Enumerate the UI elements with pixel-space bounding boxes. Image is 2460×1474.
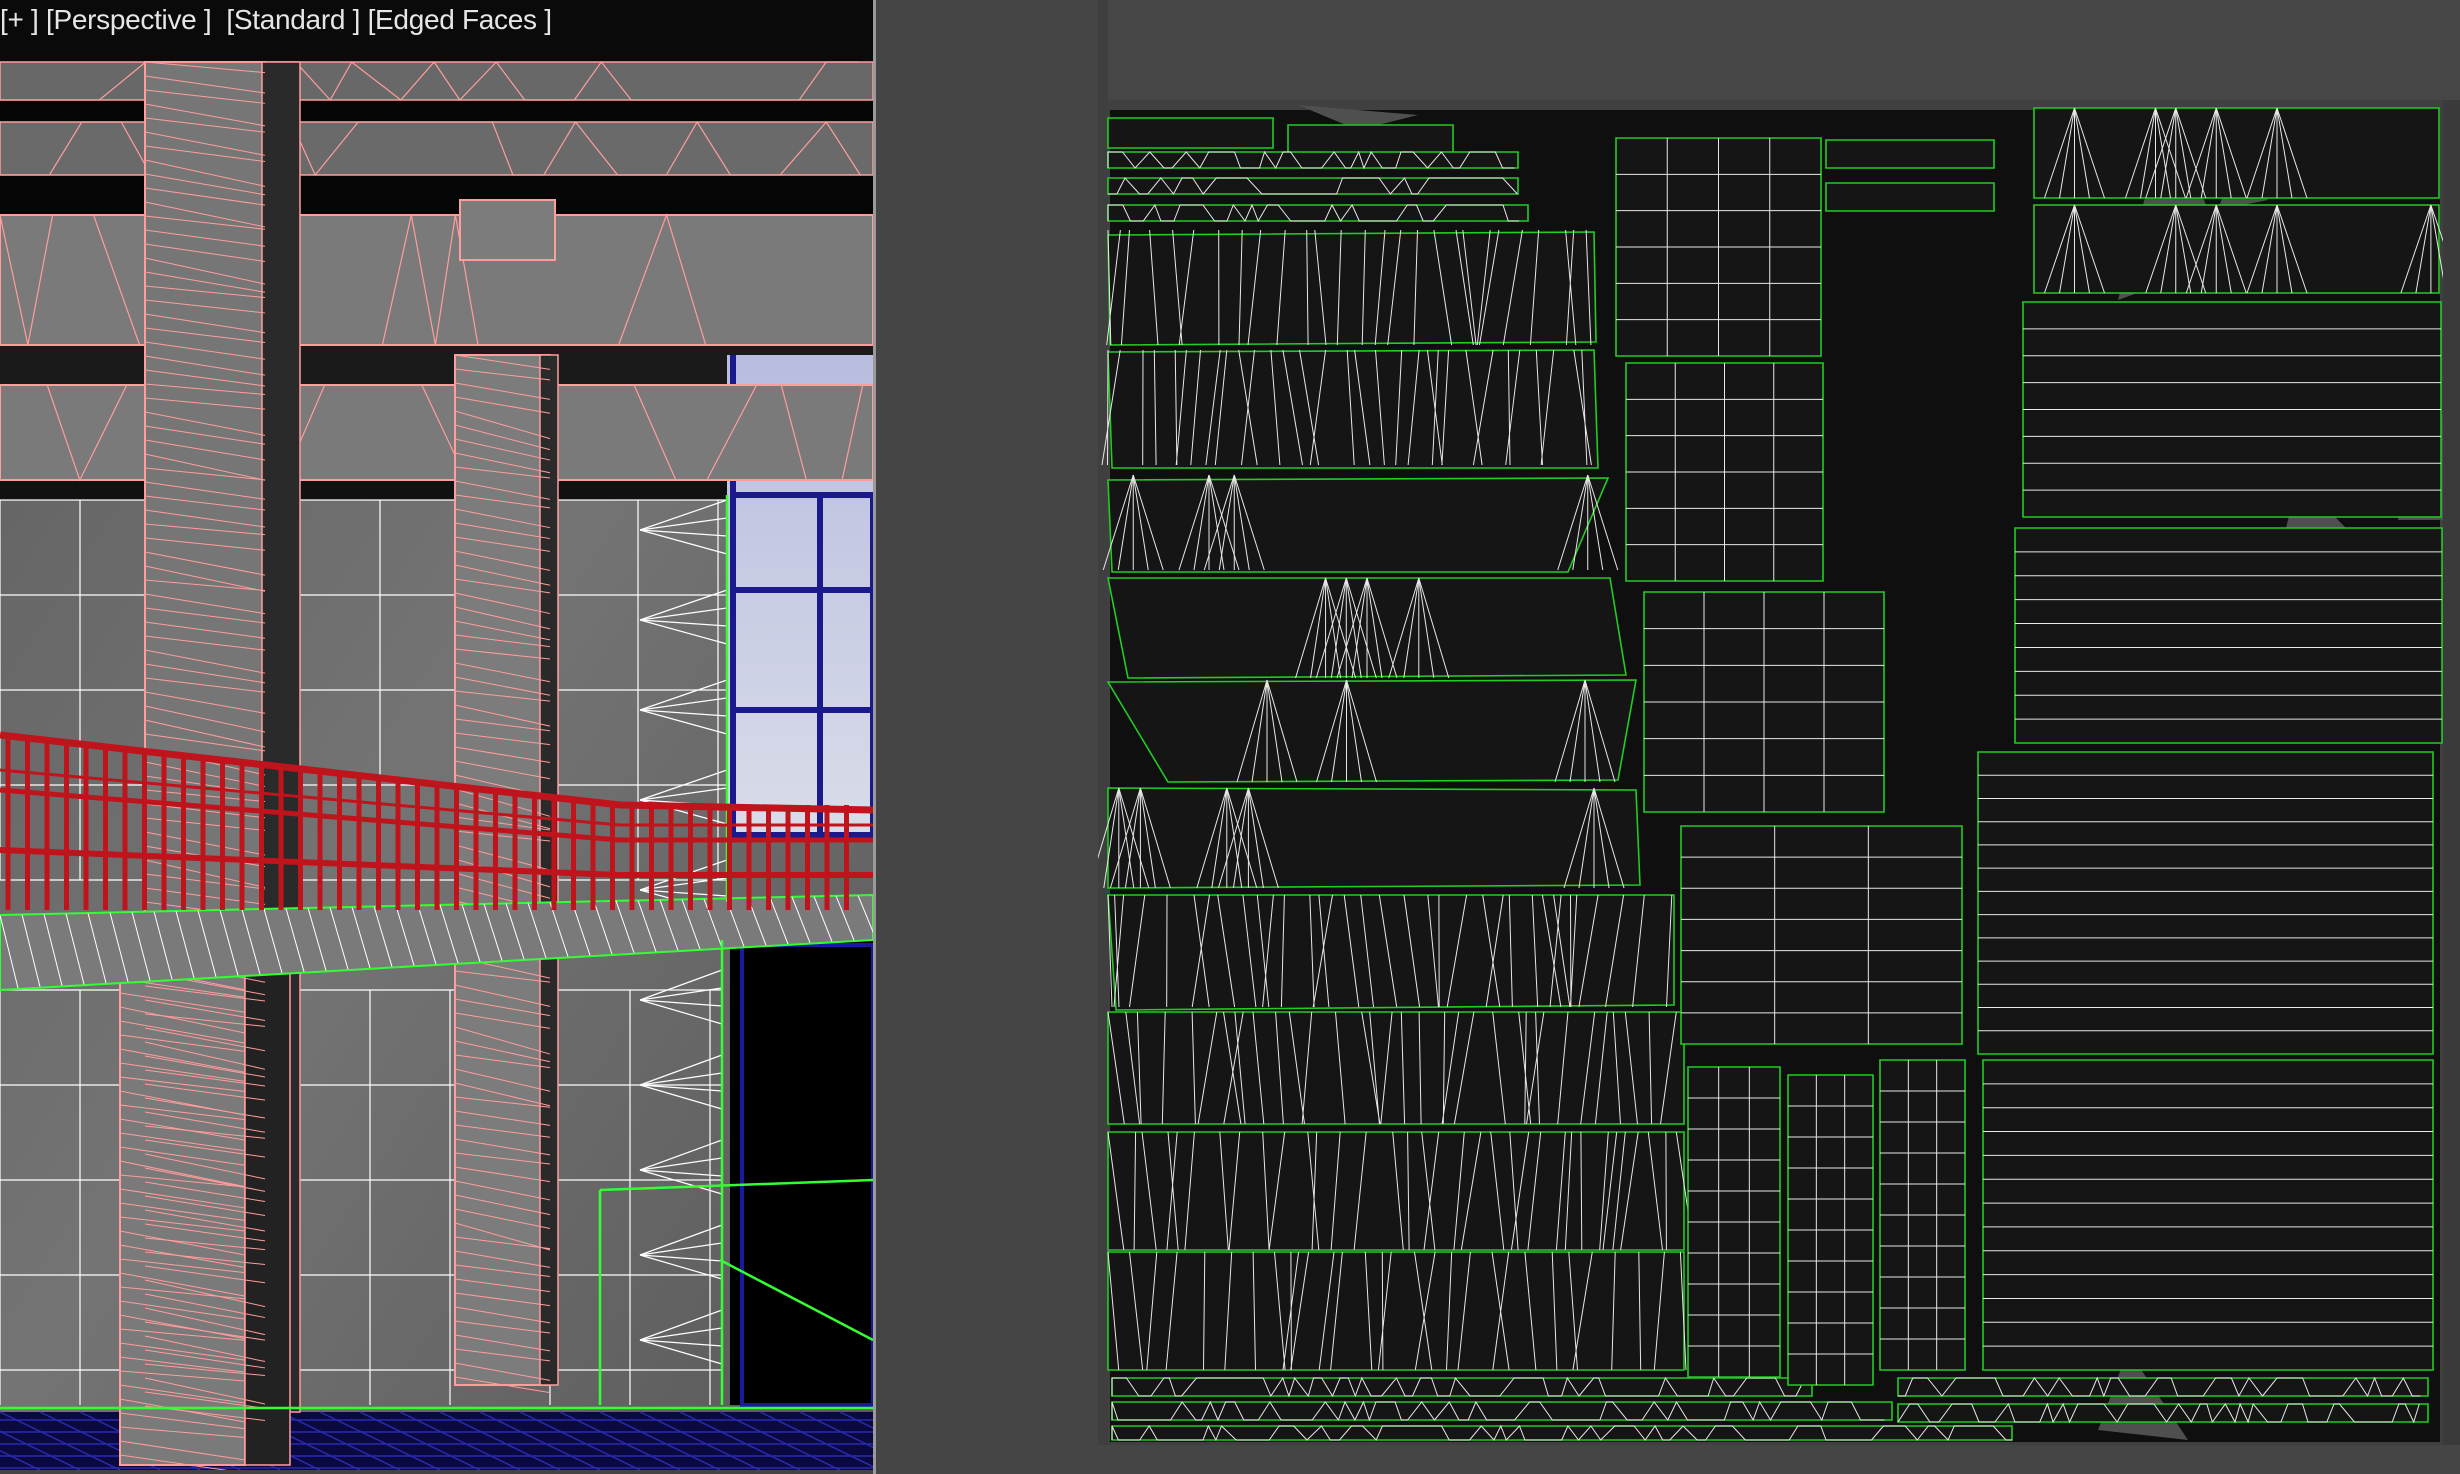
gap-band-1 — [0, 100, 873, 122]
uv-island — [1897, 1402, 2429, 1424]
uv-editor-canvas[interactable] — [1098, 0, 2460, 1474]
uv-island — [2033, 204, 2460, 294]
uv-island — [1825, 139, 1995, 169]
uv-island — [1101, 349, 1599, 469]
viewport-edges-menu[interactable]: [Edged Faces ] — [368, 4, 552, 35]
uv-island-border — [1287, 124, 1454, 156]
uv-island — [1111, 1376, 1813, 1398]
uv-island-border — [2014, 527, 2443, 744]
uv-island-border — [1107, 177, 1519, 195]
uv-island — [2022, 301, 2442, 518]
uv-island-border — [1111, 1377, 1813, 1397]
uv-island — [2033, 107, 2440, 199]
uv-island — [1106, 679, 1637, 783]
uv-island — [1107, 894, 1675, 1011]
uv-island-border — [1977, 751, 2434, 1055]
uv-island — [1897, 1376, 2429, 1398]
uv-island — [1106, 229, 1597, 346]
panel-gutter — [876, 0, 1098, 1474]
uv-island — [1687, 1066, 1781, 1378]
uv-left-ruler — [1098, 0, 1108, 1474]
uv-island — [1982, 1059, 2434, 1371]
uv-island — [1111, 1424, 2013, 1442]
uv-island — [1625, 362, 1824, 582]
uv-island — [1107, 150, 1519, 170]
uv-right-ruler — [2443, 100, 2460, 1474]
uv-island-border — [1897, 1377, 2429, 1397]
uv-island — [1643, 591, 1885, 813]
door-opening — [730, 935, 873, 1405]
uv-island — [1107, 1251, 1687, 1371]
uv-editor-panel[interactable] — [1098, 0, 2460, 1474]
uv-island-border — [1107, 117, 1274, 149]
uv-island — [1615, 137, 1822, 357]
uv-island-border — [1107, 1131, 1685, 1251]
uv-island-border — [1107, 151, 1519, 169]
uv-island — [1287, 124, 1454, 156]
uv-island-border — [1982, 1059, 2434, 1371]
viewport-view-menu[interactable]: [Perspective ] — [46, 4, 212, 35]
uv-island-border — [1825, 182, 1995, 212]
uv-island — [2014, 527, 2443, 744]
uv-island — [1879, 1059, 1966, 1371]
uv-island — [1107, 577, 1627, 679]
uv-island-border — [1107, 894, 1675, 1011]
uv-island — [1787, 1074, 1874, 1386]
uv-island — [1107, 203, 1529, 223]
gap-band-2 — [0, 175, 873, 215]
uv-island — [1107, 117, 1274, 149]
uv-islands — [1098, 107, 2460, 1442]
viewport-scene[interactable] — [0, 0, 873, 1470]
uv-island-border — [1825, 139, 1995, 169]
viewport-shading-menu[interactable]: [Standard ] — [226, 4, 360, 35]
uv-island — [1107, 1131, 1695, 1251]
uv-island-border — [2033, 107, 2440, 199]
uv-island — [1111, 1400, 1893, 1422]
uv-island-border — [1680, 825, 1963, 1045]
uv-bottom-bar — [1098, 1445, 2460, 1474]
uv-island-border — [1107, 204, 1529, 222]
uv-island — [1102, 474, 1619, 573]
uv-island — [1107, 177, 1519, 195]
uv-island-border — [1107, 787, 1641, 889]
uv-island-border — [2033, 204, 2440, 294]
perspective-viewport[interactable]: [+ ] [Perspective ] [Standard ] [Edged F… — [0, 0, 873, 1470]
uv-island — [1680, 825, 1963, 1045]
uv-island — [1825, 182, 1995, 212]
uv-island — [1107, 1011, 1685, 1125]
viewport-label: [+ ] [Perspective ] [Standard ] [Edged F… — [0, 2, 552, 38]
viewport-plus-menu[interactable]: [+ ] — [0, 4, 39, 35]
uv-island-border — [1111, 1401, 1893, 1421]
uv-island — [1977, 751, 2434, 1055]
uv-island — [1098, 787, 1641, 889]
uv-island-border — [1107, 1251, 1685, 1371]
